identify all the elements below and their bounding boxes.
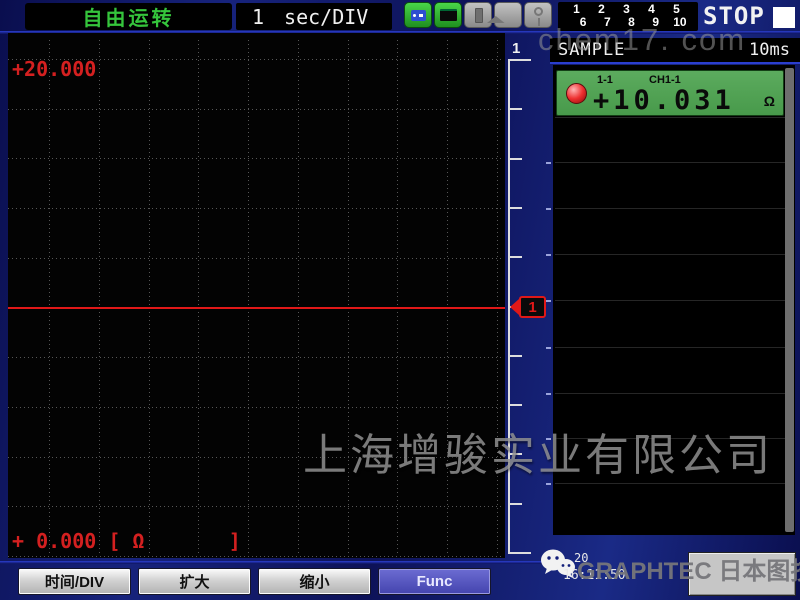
grid-hline xyxy=(8,258,501,259)
timebase-panel: 1 sec/DIV xyxy=(236,3,392,30)
channel-number-panel: 12345 678910 xyxy=(558,2,698,31)
channel-number: 7 xyxy=(595,16,619,29)
channel-number: 10 xyxy=(668,16,692,29)
row-tick-mark xyxy=(546,254,551,256)
grid-hline xyxy=(8,357,501,358)
scale-tick xyxy=(508,404,522,406)
channel-row-separator xyxy=(555,117,785,118)
channel-row-separator xyxy=(555,483,785,484)
grid-hline xyxy=(8,457,501,458)
row-tick-mark xyxy=(546,393,551,395)
grid-hline xyxy=(8,556,501,557)
channel-row-separator xyxy=(555,208,785,209)
scale-tick xyxy=(508,158,522,160)
row-tick-mark xyxy=(546,208,551,210)
scale-tick xyxy=(508,207,522,209)
grid-hline xyxy=(8,208,501,209)
channel-cursor-marker[interactable]: 1 xyxy=(510,296,546,318)
input-module-icon xyxy=(404,2,432,28)
grid-hline xyxy=(8,109,501,110)
grid-vline xyxy=(497,40,498,556)
softkey-func[interactable]: Func xyxy=(378,568,491,595)
active-channel-row[interactable]: 1-1 CH1-1 +10.031 Ω xyxy=(556,70,784,116)
softkey-zoom-in[interactable]: 扩大 xyxy=(138,568,251,595)
bottom-right-key[interactable] xyxy=(688,552,796,596)
grid-hline xyxy=(8,407,501,408)
device-screen: 自由运转 1 sec/DIV 12345 678910 STOP SAMPLE … xyxy=(0,0,800,600)
grid-vline xyxy=(447,40,448,556)
cursor-channel-number: 1 xyxy=(519,296,546,318)
record-led-icon xyxy=(566,83,587,104)
cursor-arrow-icon xyxy=(510,299,519,315)
channel-row-separator xyxy=(555,162,785,163)
channel-value: +10.031 xyxy=(593,85,735,116)
row-tick-mark xyxy=(546,483,551,485)
sample-rate-bar: SAMPLE 10ms xyxy=(550,38,800,64)
grid-vline xyxy=(198,40,199,556)
range-label: + 0.000 [ Ω ] xyxy=(12,529,241,553)
memory-card-icon xyxy=(464,2,492,28)
channel-number: 6 xyxy=(571,16,595,29)
row-tick-mark xyxy=(546,300,551,302)
channel-row-separator xyxy=(555,438,785,439)
channel-numbers-row2: 678910 xyxy=(571,16,692,29)
softkey-zoom-out[interactable]: 缩小 xyxy=(258,568,371,595)
status-label: STOP xyxy=(703,2,765,30)
channel-number: 8 xyxy=(619,16,643,29)
waveform-chart: +20.000 + 0.000 [ Ω ] xyxy=(8,33,505,558)
grid-vline xyxy=(149,40,150,556)
footer-divider xyxy=(0,561,545,564)
grid-hline xyxy=(8,506,501,507)
channel-unit: Ω xyxy=(764,93,775,109)
channel-row-separator xyxy=(555,393,785,394)
pc-icon xyxy=(494,2,522,28)
scale-tick xyxy=(508,453,522,455)
timebase-value: 1 xyxy=(252,5,264,29)
scale-tick xyxy=(508,552,531,554)
grid-vline xyxy=(348,40,349,556)
channel-number: 9 xyxy=(644,16,668,29)
grid-vline xyxy=(397,40,398,556)
channel-number: 3 xyxy=(614,3,639,16)
row-tick-mark xyxy=(546,162,551,164)
timebase-unit: sec/DIV xyxy=(284,5,368,29)
row-tick-mark xyxy=(546,347,551,349)
scale-tick xyxy=(508,256,522,258)
channel-row-separator xyxy=(555,254,785,255)
channel-row-separator xyxy=(555,300,785,301)
grid-vline xyxy=(298,40,299,556)
stop-indicator-square xyxy=(773,7,795,28)
grid-vline xyxy=(49,40,50,556)
grid-hline xyxy=(8,158,501,159)
scale-tick xyxy=(508,355,522,357)
scale-tick xyxy=(508,503,522,505)
scale-top-label: 1 xyxy=(512,40,520,57)
channel-list-panel: 1-1 CH1-1 +10.031 Ω xyxy=(553,65,795,535)
softkey-time-div[interactable]: 时间/DIV xyxy=(18,568,131,595)
time-text: 16:11:50 xyxy=(563,568,626,583)
scale-tick xyxy=(508,108,522,110)
date-text: 20 xyxy=(574,551,588,565)
mode-title-panel: 自由运转 xyxy=(25,3,232,30)
grid-vline xyxy=(99,40,100,556)
sample-value: 10ms xyxy=(749,40,790,60)
grid-vline xyxy=(248,40,249,556)
row-tick-mark xyxy=(546,438,551,440)
waveform-trace xyxy=(8,307,505,309)
display-icon xyxy=(434,2,462,28)
channel-row-separator xyxy=(555,347,785,348)
sample-label: SAMPLE xyxy=(558,40,625,60)
y-max-label: +20.000 xyxy=(12,57,96,81)
key-lock-icon xyxy=(524,2,552,28)
channel-list-scrollbar[interactable] xyxy=(785,68,794,532)
status-icon-row xyxy=(404,2,552,28)
mode-title: 自由运转 xyxy=(83,2,175,31)
scale-tick xyxy=(508,59,531,61)
